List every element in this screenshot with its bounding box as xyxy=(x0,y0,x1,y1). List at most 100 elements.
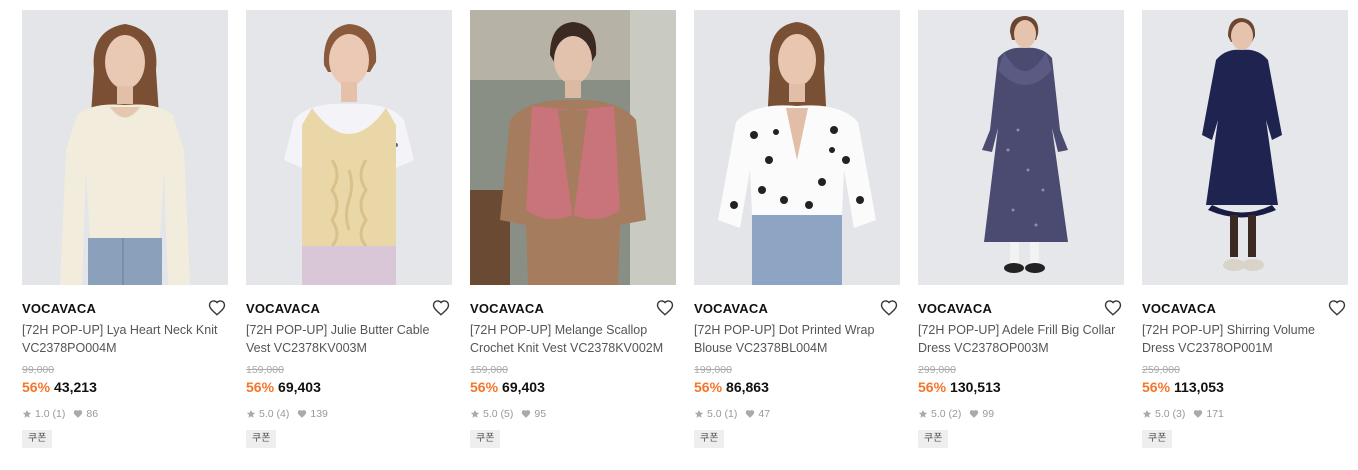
coupon-badge: 쿠폰 xyxy=(246,430,277,448)
like-count: 139 xyxy=(310,408,328,420)
product-image[interactable] xyxy=(694,10,900,285)
star-icon xyxy=(1142,409,1152,419)
rating-value: 5.0 xyxy=(707,408,722,420)
coupon-badge: 쿠폰 xyxy=(22,430,53,448)
review-count: (2) xyxy=(948,408,962,420)
product-title[interactable]: [72H POP-UP] Adele Frill Big Collar Dres… xyxy=(918,321,1124,357)
product-title[interactable]: [72H POP-UP] Lya Heart Neck Knit VC2378P… xyxy=(22,321,228,357)
review-stats: 5.0 (5) 95 xyxy=(470,407,676,421)
product-photo-cable-vest xyxy=(246,10,452,285)
review-stats: 1.0 (1) 86 xyxy=(22,407,228,421)
like-count: 171 xyxy=(1206,408,1224,420)
product-card[interactable]: VOCAVACA [72H POP-UP] Dot Printed Wrap B… xyxy=(694,10,900,448)
rating-value: 5.0 xyxy=(259,408,274,420)
product-photo-shirring-dress xyxy=(1142,10,1348,285)
product-card[interactable]: VOCAVACA [72H POP-UP] Lya Heart Neck Kni… xyxy=(22,10,228,448)
discount-rate: 56% xyxy=(246,379,275,395)
price-row: 56% 130,513 xyxy=(918,378,1124,396)
product-photo-crochet-vest xyxy=(470,10,676,285)
price-row: 56% 69,403 xyxy=(470,378,676,396)
like-count: 95 xyxy=(534,408,547,420)
coupon-badge: 쿠폰 xyxy=(694,430,725,448)
brand-name[interactable]: VOCAVACA xyxy=(918,301,992,316)
like-count: 86 xyxy=(86,408,99,420)
sale-price: 69,403 xyxy=(502,379,545,395)
wishlist-heart-icon[interactable] xyxy=(208,299,226,317)
like-heart-icon xyxy=(73,409,83,419)
star-icon xyxy=(470,409,480,419)
original-price: 259,000 xyxy=(1142,364,1180,376)
brand-name[interactable]: VOCAVACA xyxy=(470,301,544,316)
product-image[interactable] xyxy=(22,10,228,285)
like-count: 47 xyxy=(758,408,771,420)
product-title[interactable]: [72H POP-UP] Shirring Volume Dress VC237… xyxy=(1142,321,1348,357)
review-count: (3) xyxy=(1172,408,1186,420)
sale-price: 43,213 xyxy=(54,379,97,395)
discount-rate: 56% xyxy=(694,379,723,395)
like-heart-icon xyxy=(521,409,531,419)
price-row: 56% 69,403 xyxy=(246,378,452,396)
star-icon xyxy=(246,409,256,419)
brand-name[interactable]: VOCAVACA xyxy=(22,301,96,316)
review-count: (5) xyxy=(500,408,514,420)
like-heart-icon xyxy=(745,409,755,419)
wishlist-heart-icon[interactable] xyxy=(1104,299,1122,317)
product-card[interactable]: VOCAVACA [72H POP-UP] Adele Frill Big Co… xyxy=(918,10,1124,448)
star-icon xyxy=(22,409,32,419)
product-image[interactable] xyxy=(1142,10,1348,285)
original-price: 199,000 xyxy=(694,364,732,376)
price-row: 56% 43,213 xyxy=(22,378,228,396)
price-row: 56% 113,053 xyxy=(1142,378,1348,396)
like-heart-icon xyxy=(969,409,979,419)
product-title[interactable]: [72H POP-UP] Julie Butter Cable Vest VC2… xyxy=(246,321,452,357)
product-card[interactable]: VOCAVACA [72H POP-UP] Melange Scallop Cr… xyxy=(470,10,676,448)
review-stats: 5.0 (2) 99 xyxy=(918,407,1124,421)
review-count: (4) xyxy=(276,408,290,420)
original-price: 159,000 xyxy=(470,364,508,376)
sale-price: 69,403 xyxy=(278,379,321,395)
sale-price: 86,863 xyxy=(726,379,769,395)
sale-price: 130,513 xyxy=(950,379,1001,395)
product-photo-frill-dress xyxy=(918,10,1124,285)
product-card[interactable]: VOCAVACA [72H POP-UP] Shirring Volume Dr… xyxy=(1142,10,1348,448)
product-image[interactable] xyxy=(918,10,1124,285)
price-row: 56% 86,863 xyxy=(694,378,900,396)
review-count: (1) xyxy=(52,408,66,420)
review-count: (1) xyxy=(724,408,738,420)
review-stats: 5.0 (3) 171 xyxy=(1142,407,1348,421)
wishlist-heart-icon[interactable] xyxy=(656,299,674,317)
like-heart-icon xyxy=(297,409,307,419)
star-icon xyxy=(918,409,928,419)
like-count: 99 xyxy=(982,408,995,420)
discount-rate: 56% xyxy=(470,379,499,395)
rating-value: 5.0 xyxy=(931,408,946,420)
discount-rate: 56% xyxy=(1142,379,1171,395)
coupon-badge: 쿠폰 xyxy=(1142,430,1173,448)
wishlist-heart-icon[interactable] xyxy=(1328,299,1346,317)
original-price: 159,000 xyxy=(246,364,284,376)
product-photo-cream-knit xyxy=(22,10,228,285)
sale-price: 113,053 xyxy=(1174,379,1224,395)
brand-name[interactable]: VOCAVACA xyxy=(694,301,768,316)
review-stats: 5.0 (1) 47 xyxy=(694,407,900,421)
discount-rate: 56% xyxy=(918,379,947,395)
like-heart-icon xyxy=(1193,409,1203,419)
product-image[interactable] xyxy=(246,10,452,285)
brand-name[interactable]: VOCAVACA xyxy=(246,301,320,316)
product-title[interactable]: [72H POP-UP] Melange Scallop Crochet Kni… xyxy=(470,321,676,357)
product-photo-dot-blouse xyxy=(694,10,900,285)
product-image[interactable] xyxy=(470,10,676,285)
coupon-badge: 쿠폰 xyxy=(470,430,501,448)
product-grid: VOCAVACA [72H POP-UP] Lya Heart Neck Kni… xyxy=(0,0,1358,470)
product-title[interactable]: [72H POP-UP] Dot Printed Wrap Blouse VC2… xyxy=(694,321,900,357)
wishlist-heart-icon[interactable] xyxy=(880,299,898,317)
wishlist-heart-icon[interactable] xyxy=(432,299,450,317)
brand-name[interactable]: VOCAVACA xyxy=(1142,301,1216,316)
rating-value: 1.0 xyxy=(35,408,50,420)
review-stats: 5.0 (4) 139 xyxy=(246,407,452,421)
original-price: 99,000 xyxy=(22,364,55,376)
rating-value: 5.0 xyxy=(483,408,498,420)
product-card[interactable]: VOCAVACA [72H POP-UP] Julie Butter Cable… xyxy=(246,10,452,448)
original-price: 299,000 xyxy=(918,364,956,376)
rating-value: 5.0 xyxy=(1155,408,1170,420)
